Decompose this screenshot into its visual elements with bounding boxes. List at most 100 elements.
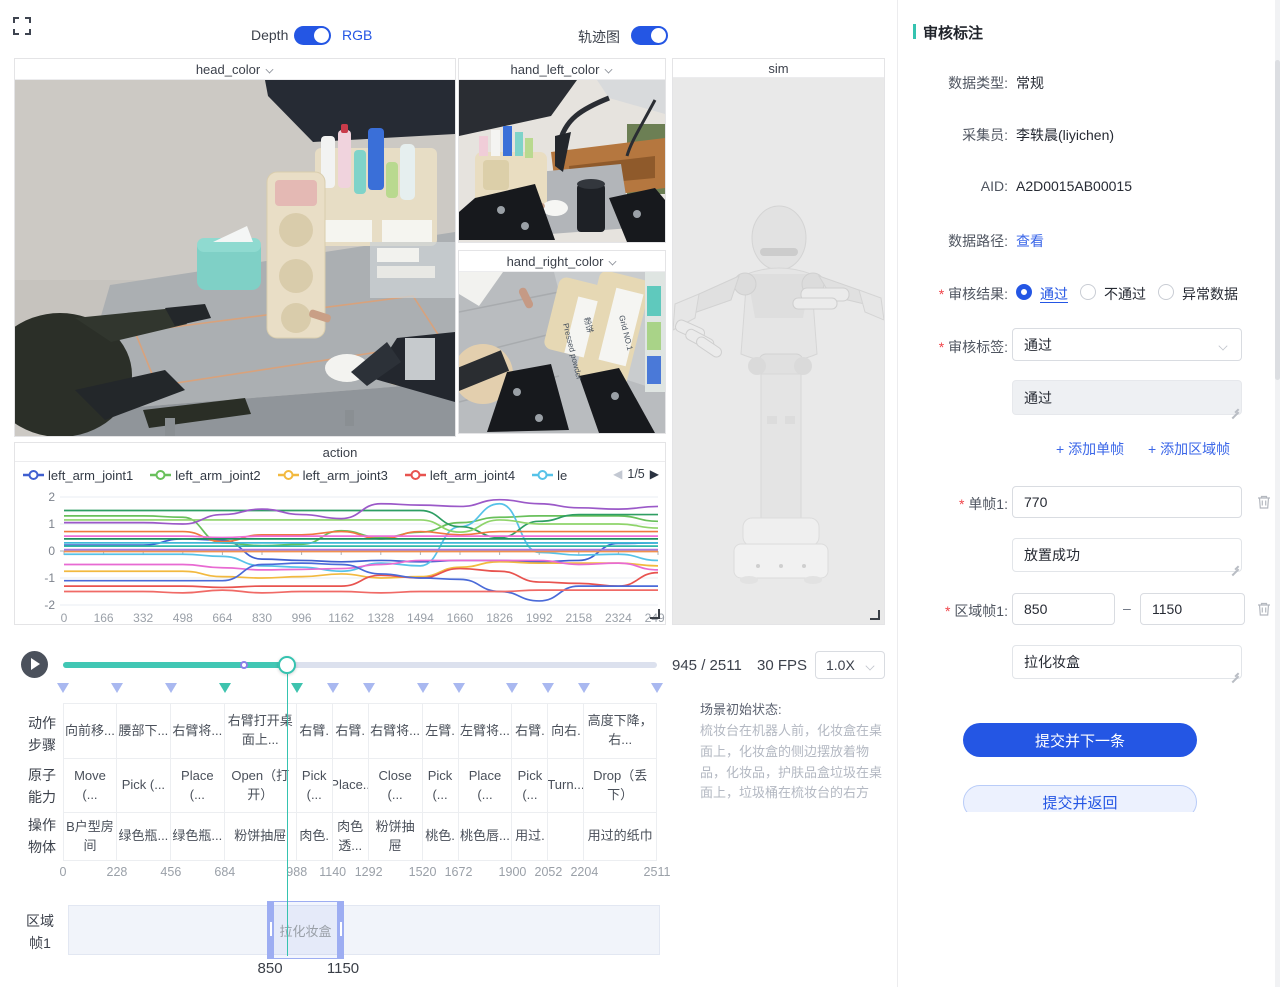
review-tag-select[interactable]: 通过	[1012, 328, 1242, 361]
resize-grip-icon[interactable]	[1231, 668, 1239, 676]
segment-table-cell[interactable]: Pick (...	[117, 759, 171, 813]
trajectory-toggle[interactable]	[631, 26, 668, 45]
region-handle-left[interactable]	[270, 922, 272, 936]
segment-table-cell[interactable]: Place (...	[459, 759, 513, 813]
legend-line-icon	[150, 470, 171, 480]
segment-table-cell[interactable]: Pick (...	[297, 759, 333, 813]
segment-table-cell[interactable]: Place..	[333, 759, 369, 813]
chart-legend: left_arm_joint1 left_arm_joint2 left_arm…	[23, 467, 584, 485]
resize-handle-icon[interactable]	[650, 609, 660, 619]
segment-marker-icon[interactable]	[165, 683, 177, 693]
segment-table-cell[interactable]: 向右.	[548, 703, 584, 759]
segment-table-cell[interactable]: 粉饼抽屉	[369, 813, 423, 861]
segment-table-cell[interactable]: Turn...	[548, 759, 584, 813]
hand-right-camera-header[interactable]: hand_right_color	[459, 251, 665, 272]
radio-pass-label[interactable]: 通过	[1040, 284, 1068, 304]
segment-table-cell[interactable]: 向前移...	[63, 703, 117, 759]
scrollbar-thumb[interactable]	[1275, 60, 1280, 380]
legend-item[interactable]: left_arm_joint2	[150, 468, 260, 483]
segment-table-cell[interactable]: 桃色.	[423, 813, 459, 861]
segment-table-cell[interactable]: 右臂将...	[369, 703, 423, 759]
segment-table-cell[interactable]: Pick (...	[512, 759, 548, 813]
timeline-slider-handle[interactable]	[278, 656, 296, 674]
segment-table-cell[interactable]: 高度下降，右...	[584, 703, 657, 759]
segment-table-cell[interactable]: 右臂.	[297, 703, 333, 759]
region-end-input[interactable]: 1150	[1140, 593, 1245, 625]
segment-table-cell[interactable]: Move (...	[63, 759, 117, 813]
speed-select[interactable]: 1.0X	[815, 651, 885, 679]
delete-single-frame-icon[interactable]	[1256, 494, 1272, 510]
segment-marker-icon[interactable]	[111, 683, 123, 693]
head-camera-header[interactable]: head_color	[15, 59, 455, 80]
play-button[interactable]	[21, 651, 48, 678]
depth-rgb-toggle[interactable]	[294, 26, 331, 45]
segment-table-cell[interactable]: 用过的纸巾	[584, 813, 657, 861]
radio-pass[interactable]	[1016, 284, 1032, 300]
segment-marker-icon[interactable]	[651, 683, 663, 693]
segment-table-cell[interactable]: 右臂.	[333, 703, 369, 759]
radio-abnormal-label[interactable]: 异常数据	[1182, 284, 1238, 304]
segment-table-cell[interactable]: 肉色.	[297, 813, 333, 861]
segment-marker-icon[interactable]	[291, 683, 303, 693]
segment-table-cell[interactable]: Drop（丢下）	[584, 759, 657, 813]
segment-table-cell[interactable]: 绿色瓶...	[171, 813, 225, 861]
submit-back-button[interactable]: 提交并返回	[963, 785, 1197, 812]
segment-marker-icon[interactable]	[327, 683, 339, 693]
segment-table-cell[interactable]: Pick (...	[423, 759, 459, 813]
legend-item[interactable]: left_arm_joint4	[405, 468, 515, 483]
segment-table-cell[interactable]	[548, 813, 584, 861]
segment-table-cell[interactable]: 肉色透...	[333, 813, 369, 861]
segment-marker-icon[interactable]	[542, 683, 554, 693]
legend-next-icon[interactable]: ▶	[650, 467, 659, 481]
resize-handle-icon[interactable]	[870, 610, 880, 620]
region-frame-box[interactable]: 拉化妆盒	[268, 902, 343, 958]
segment-table-cell[interactable]: Place (...	[171, 759, 225, 813]
segment-table-cell[interactable]: Close (...	[369, 759, 423, 813]
legend-item[interactable]: left_arm_joint1	[23, 468, 133, 483]
segment-marker-icon[interactable]	[578, 683, 590, 693]
region-frame-note[interactable]: 拉化妆盒	[1012, 645, 1242, 679]
fullscreen-icon[interactable]	[13, 17, 31, 35]
segment-table-cell[interactable]: 绿色瓶...	[117, 813, 171, 861]
add-region-frame-link[interactable]: + 添加区域帧	[1148, 439, 1230, 459]
resize-grip-icon[interactable]	[1231, 561, 1239, 569]
review-tag-note[interactable]: 通过	[1012, 380, 1242, 415]
hand-left-camera-panel: hand_left_color	[458, 58, 666, 243]
hand-left-camera-header[interactable]: hand_left_color	[459, 59, 665, 80]
single-frame-note[interactable]: 放置成功	[1012, 538, 1242, 572]
segment-table-cell[interactable]: 用过.	[512, 813, 548, 861]
region-frame-track[interactable]	[68, 905, 660, 955]
segment-marker-icon[interactable]	[57, 683, 69, 693]
legend-prev-icon[interactable]: ◀	[613, 467, 622, 481]
segment-marker-icon[interactable]	[219, 683, 231, 693]
data-path-label: 数据路径:	[900, 231, 1008, 251]
segment-table-cell[interactable]: 左臂.	[423, 703, 459, 759]
add-single-frame-link[interactable]: + 添加单帧	[1056, 439, 1124, 459]
segment-table-cell[interactable]: 右臂将...	[171, 703, 225, 759]
speed-value: 1.0X	[826, 657, 855, 673]
region-start-input[interactable]: 850	[1012, 593, 1115, 625]
radio-fail-label[interactable]: 不通过	[1104, 284, 1146, 304]
radio-fail[interactable]	[1080, 284, 1096, 300]
segment-marker-icon[interactable]	[417, 683, 429, 693]
region-handle-right[interactable]	[340, 922, 342, 936]
single-frame-input[interactable]: 770	[1012, 486, 1242, 518]
aid-value: A2D0015AB00015	[1016, 178, 1132, 194]
scrollbar-track[interactable]	[1275, 0, 1280, 987]
frame-axis-label: 456	[160, 865, 181, 879]
segment-table-cell[interactable]: 右臂.	[512, 703, 548, 759]
segment-marker-icon[interactable]	[363, 683, 375, 693]
radio-abnormal[interactable]	[1158, 284, 1174, 300]
legend-item[interactable]: left_arm_joint3	[278, 468, 388, 483]
segment-table-cell[interactable]: 左臂将...	[459, 703, 513, 759]
legend-item[interactable]: le	[532, 468, 567, 483]
segment-marker-icon[interactable]	[453, 683, 465, 693]
segment-table-cell[interactable]: B户型房间	[63, 813, 117, 861]
submit-next-button[interactable]: 提交并下一条	[963, 723, 1197, 757]
segment-table-cell[interactable]: 桃色唇...	[459, 813, 513, 861]
resize-grip-icon[interactable]	[1231, 404, 1239, 412]
delete-region-frame-icon[interactable]	[1256, 601, 1272, 617]
segment-marker-icon[interactable]	[506, 683, 518, 693]
data-path-view-link[interactable]: 查看	[1016, 231, 1044, 251]
segment-table-cell[interactable]: 腰部下...	[117, 703, 171, 759]
